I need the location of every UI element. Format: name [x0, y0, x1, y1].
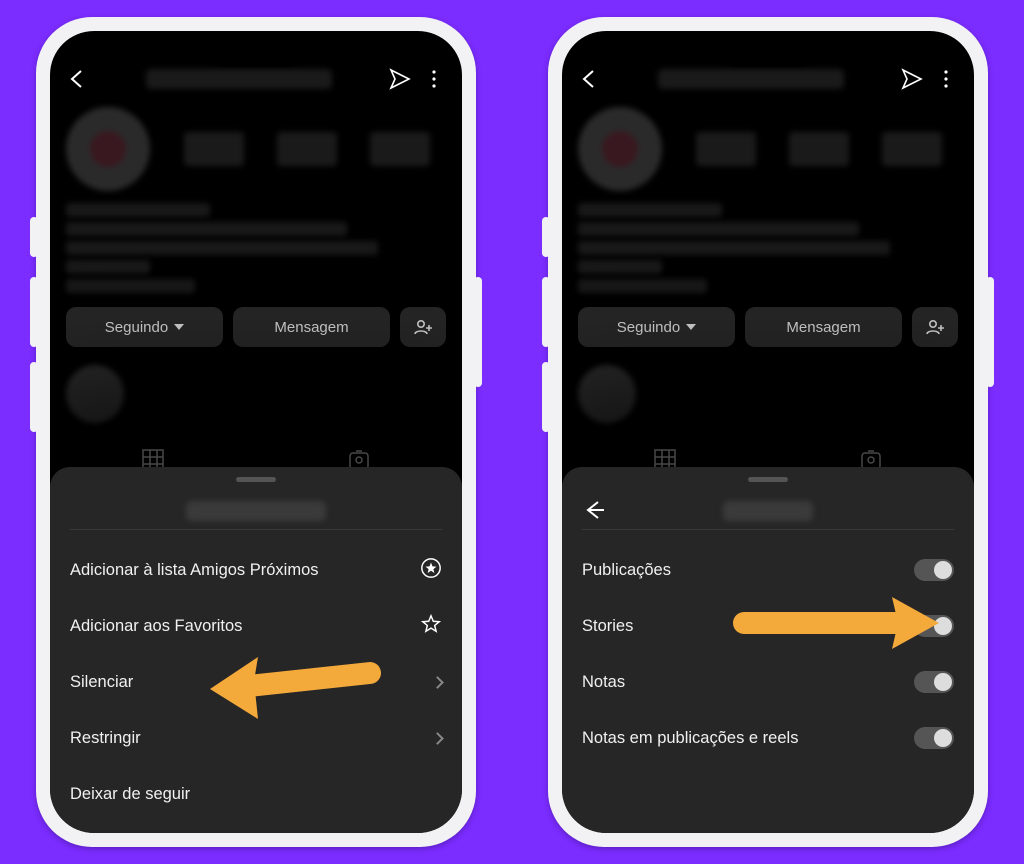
- side-button: [30, 217, 38, 257]
- favorites-item[interactable]: Adicionar aos Favoritos: [70, 598, 442, 654]
- back-icon[interactable]: [66, 67, 90, 91]
- side-button: [542, 217, 550, 257]
- mute-sheet: Publicações Stories Notas Notas em publi…: [562, 467, 974, 833]
- sheet-title-row: [70, 492, 442, 530]
- mute-posts-label: Publicações: [582, 561, 671, 580]
- avatar[interactable]: [578, 107, 662, 191]
- following-label: Seguindo: [105, 319, 168, 336]
- mute-stories-label: Stories: [582, 617, 633, 636]
- action-row: Seguindo Mensagem: [578, 307, 958, 347]
- screen: Seguindo Mensagem: [50, 31, 462, 833]
- sheet-title-row: [582, 492, 954, 530]
- sheet-handle[interactable]: [236, 477, 276, 482]
- following-label: Seguindo: [617, 319, 680, 336]
- side-button: [986, 277, 994, 387]
- unfollow-item[interactable]: Deixar de seguir: [70, 766, 442, 822]
- phone-right: Seguindo Mensagem: [548, 17, 988, 847]
- side-button: [30, 362, 38, 432]
- chevron-right-icon: [431, 676, 444, 689]
- mute-notes-label: Notas: [582, 673, 625, 692]
- send-icon[interactable]: [900, 67, 924, 91]
- sheet-back-icon[interactable]: [582, 498, 606, 527]
- star-circle-icon: [420, 557, 442, 584]
- profile-stats: [680, 132, 958, 166]
- more-icon[interactable]: [422, 67, 446, 91]
- stat-blur: [277, 132, 337, 166]
- mute-item[interactable]: Silenciar: [70, 654, 442, 710]
- sheet-title-blur: [186, 501, 326, 521]
- restrict-item[interactable]: Restringir: [70, 710, 442, 766]
- stat-blur: [696, 132, 756, 166]
- avatar[interactable]: [66, 107, 150, 191]
- mute-label: Silenciar: [70, 673, 133, 692]
- phone-left: Seguindo Mensagem: [36, 17, 476, 847]
- mute-posts-item[interactable]: Publicações: [582, 542, 954, 598]
- action-row: Seguindo Mensagem: [66, 307, 446, 347]
- mute-notes-posts-reels-item[interactable]: Notas em publicações e reels: [582, 710, 954, 766]
- bio-blur: [578, 203, 958, 293]
- send-icon[interactable]: [388, 67, 412, 91]
- following-button[interactable]: Seguindo: [66, 307, 223, 347]
- back-icon[interactable]: [578, 67, 602, 91]
- username-blur: [658, 69, 844, 89]
- side-button: [542, 277, 550, 347]
- message-button[interactable]: Mensagem: [745, 307, 902, 347]
- restrict-label: Restringir: [70, 729, 141, 748]
- toggle-stories[interactable]: [914, 615, 954, 637]
- sheet-title-blur: [723, 501, 813, 521]
- favorites-label: Adicionar aos Favoritos: [70, 617, 242, 636]
- username-blur: [146, 69, 332, 89]
- close-friends-item[interactable]: Adicionar à lista Amigos Próximos: [70, 542, 442, 598]
- top-bar: [50, 31, 462, 97]
- mute-notes-posts-reels-label: Notas em publicações e reels: [582, 729, 798, 748]
- following-sheet: Adicionar à lista Amigos Próximos Adicio…: [50, 467, 462, 833]
- following-button[interactable]: Seguindo: [578, 307, 735, 347]
- add-user-button[interactable]: [400, 307, 446, 347]
- chevron-down-icon: [686, 324, 696, 330]
- message-label: Mensagem: [786, 319, 860, 336]
- toggle-posts[interactable]: [914, 559, 954, 581]
- side-button: [542, 362, 550, 432]
- message-button[interactable]: Mensagem: [233, 307, 390, 347]
- star-outline-icon: [420, 613, 442, 640]
- stat-blur: [789, 132, 849, 166]
- bio-blur: [66, 203, 446, 293]
- top-bar: [562, 31, 974, 97]
- profile-area: Seguindo Mensagem: [50, 97, 462, 347]
- toggle-notes[interactable]: [914, 671, 954, 693]
- chevron-right-icon: [431, 732, 444, 745]
- toggle-notes-posts-reels[interactable]: [914, 727, 954, 749]
- stat-blur: [882, 132, 942, 166]
- close-friends-label: Adicionar à lista Amigos Próximos: [70, 561, 319, 580]
- side-button: [474, 277, 482, 387]
- profile-stats: [168, 132, 446, 166]
- message-label: Mensagem: [274, 319, 348, 336]
- stat-blur: [184, 132, 244, 166]
- more-icon[interactable]: [934, 67, 958, 91]
- highlight-avatar[interactable]: [66, 365, 124, 423]
- chevron-down-icon: [174, 324, 184, 330]
- highlight-avatar[interactable]: [578, 365, 636, 423]
- mute-stories-item[interactable]: Stories: [582, 598, 954, 654]
- stat-blur: [370, 132, 430, 166]
- unfollow-label: Deixar de seguir: [70, 785, 190, 804]
- profile-area: Seguindo Mensagem: [562, 97, 974, 347]
- screen: Seguindo Mensagem: [562, 31, 974, 833]
- mute-notes-item[interactable]: Notas: [582, 654, 954, 710]
- sheet-handle[interactable]: [748, 477, 788, 482]
- side-button: [30, 277, 38, 347]
- add-user-button[interactable]: [912, 307, 958, 347]
